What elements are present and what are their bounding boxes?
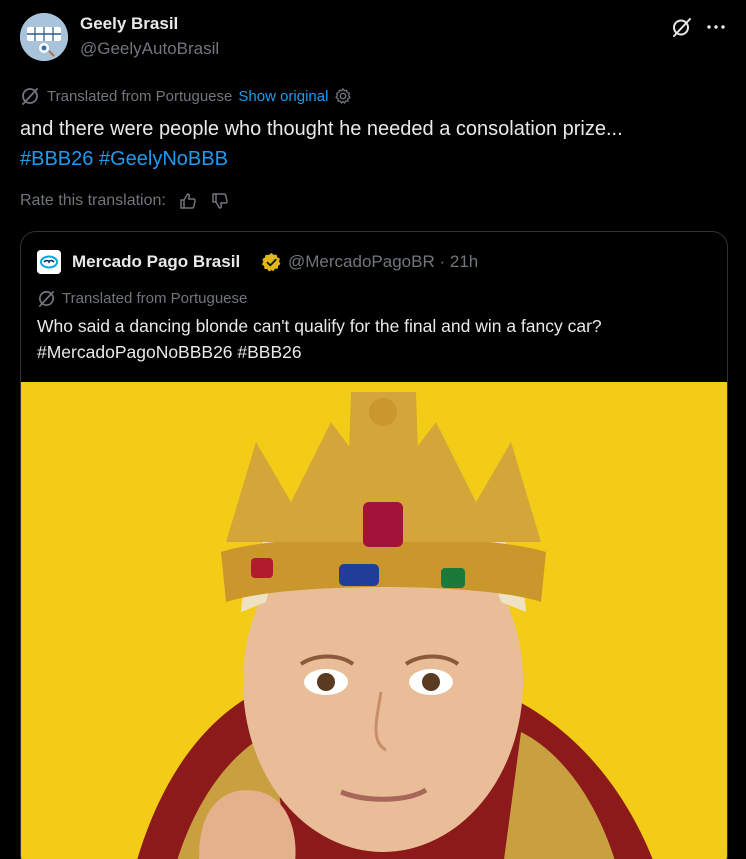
- author-avatar[interactable]: [20, 13, 68, 61]
- translation-info: Translated from Portuguese Show original: [20, 86, 352, 106]
- quote-media-image[interactable]: [21, 382, 727, 859]
- verified-badge-icon[interactable]: [261, 252, 282, 273]
- crowned-man-photo: [21, 382, 727, 859]
- post-text-line: and there were people who thought he nee…: [20, 118, 623, 140]
- geely-logo-icon: [20, 13, 68, 61]
- thumbs-up-icon[interactable]: [178, 191, 198, 211]
- quote-text: Who said a dancing blonde can't qualify …: [37, 313, 717, 365]
- grok-icon[interactable]: [670, 15, 694, 39]
- post-hashtags: #BBB26 #GeelyNoBBB: [20, 144, 720, 174]
- quote-text-line: Who said a dancing blonde can't qualify …: [37, 316, 602, 336]
- rate-translation: Rate this translation:: [20, 190, 230, 212]
- translate-icon: [22, 88, 38, 105]
- translate-icon: [38, 290, 55, 307]
- author-name[interactable]: Geely Brasil: [80, 14, 178, 34]
- hashtag-link[interactable]: #BBB26: [20, 148, 93, 170]
- quote-author-avatar[interactable]: [37, 250, 61, 274]
- post-text: and there were people who thought he nee…: [20, 114, 720, 174]
- rate-label: Rate this translation:: [20, 192, 166, 209]
- show-original-link[interactable]: Show original: [238, 88, 328, 105]
- quote-translation-note: Translated from Portuguese: [62, 289, 248, 307]
- meta-separator: ·: [439, 252, 446, 271]
- quote-translation-info: Translated from Portuguese: [37, 288, 247, 308]
- more-icon[interactable]: [704, 15, 728, 39]
- quote-time[interactable]: 21h: [450, 252, 478, 271]
- gear-icon[interactable]: [334, 87, 352, 105]
- quote-hashtags[interactable]: #MercadoPagoNoBBB26 #BBB26: [37, 339, 717, 365]
- quote-meta: @MercadoPagoBR · 21h: [288, 252, 478, 272]
- quoted-post[interactable]: Mercado Pago Brasil @MercadoPagoBR · 21h…: [20, 231, 728, 859]
- hashtag-link[interactable]: #GeelyNoBBB: [99, 148, 228, 170]
- post[interactable]: Geely Brasil @GeelyAutoBrasil Translated…: [0, 0, 746, 859]
- quote-author-name[interactable]: Mercado Pago Brasil: [72, 252, 240, 272]
- translation-note: Translated from Portuguese: [47, 87, 233, 105]
- thumbs-down-icon[interactable]: [210, 191, 230, 211]
- quote-author-handle[interactable]: @MercadoPagoBR: [288, 252, 435, 271]
- mercado-pago-logo-icon: [37, 250, 61, 274]
- author-handle[interactable]: @GeelyAutoBrasil: [80, 39, 219, 59]
